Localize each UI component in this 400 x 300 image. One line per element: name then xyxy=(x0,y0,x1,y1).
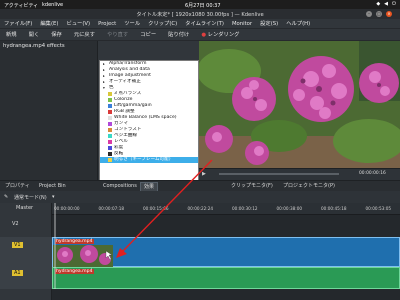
tab-effects[interactable]: 効果 xyxy=(140,182,159,191)
tab-compositions[interactable]: Compositions xyxy=(100,182,140,191)
track-v2[interactable] xyxy=(52,215,400,237)
menu-timeline[interactable]: タイムライン(T) xyxy=(181,19,228,29)
power-icon: ⏻ xyxy=(392,1,396,7)
effect-icon xyxy=(108,92,112,96)
track-headers: Master V2 V1 A1 xyxy=(0,203,52,300)
effect-icon xyxy=(108,140,112,144)
effect-icon xyxy=(108,122,112,126)
panel-tab-strip: プロパティ Project Bin Compositions 効果 クリップモニ… xyxy=(0,180,400,191)
play-icon[interactable]: ▶ xyxy=(202,171,206,177)
app-menu[interactable]: kdenlive xyxy=(42,2,63,8)
monitor-timecode[interactable]: 00:00:00:16 xyxy=(359,171,386,176)
menu-clip[interactable]: クリップ(C) xyxy=(144,19,181,29)
render-label: レンダリング xyxy=(207,31,240,38)
menu-file[interactable]: ファイル(F) xyxy=(0,19,36,29)
audio-clip-title: hydrangea.mp4 xyxy=(55,269,94,274)
track-a1-header: A1 xyxy=(0,267,52,289)
effects-list[interactable]: ▸ Alpha/Transform ▸ Analysis and data ▸ Image… xyxy=(99,60,199,182)
track-v2-label[interactable]: V2 xyxy=(0,221,52,227)
track-v1-label[interactable]: V1 xyxy=(12,242,23,248)
hydrangea-frame xyxy=(199,41,400,168)
new-button[interactable]: 新規 xyxy=(0,29,23,41)
track-a1-label[interactable]: A1 xyxy=(12,270,23,276)
render-button[interactable]: ● レンダリング xyxy=(195,29,245,41)
ruler-tick-label: 00:00:07:18 xyxy=(98,206,125,211)
menu-project[interactable]: Project xyxy=(94,19,120,29)
effect-item-label: 明るさ（キーフレーム可能） xyxy=(114,157,174,162)
main-toolbar: 新規 開く 保存 元に戻す やり直す コピー 貼り付け ● レンダリング xyxy=(0,29,400,41)
video-clip[interactable]: hydrangea.mp4 xyxy=(52,237,400,267)
select-tool-icon[interactable]: ✎ xyxy=(4,194,8,200)
timeline-toolbar: ✎ 通常モード(N) ▾ xyxy=(0,191,400,203)
ruler-tick-label: 00:00:22:24 xyxy=(187,206,214,211)
ruler-tick-label: 00:00:15:06 xyxy=(143,206,169,211)
activities-button[interactable]: アクティビティ xyxy=(4,2,38,9)
volume-icon: ◀ xyxy=(384,1,389,7)
menu-tools[interactable]: ツール xyxy=(120,19,144,29)
window-title: タイトル未定* [ 1920x1080 30.00fps ] — Kdenliv… xyxy=(136,12,264,18)
effect-item[interactable]: 明るさ（キーフレーム可能） xyxy=(100,157,198,163)
track-v1[interactable]: hydrangea.mp4 xyxy=(52,237,400,267)
copy-button[interactable]: コピー xyxy=(134,29,162,41)
effect-icon xyxy=(108,116,112,120)
ruler-tick-label: 00:00:30:12 xyxy=(232,206,258,211)
menu-help[interactable]: ヘルプ(H) xyxy=(282,19,314,29)
system-tray[interactable]: ◆ ◀ ⏻ xyxy=(376,1,396,7)
ruler-tick-label: 00:00:00:00 xyxy=(54,206,80,211)
monitor-controls: ▶ 00:00:00:16 xyxy=(199,168,400,180)
open-button[interactable]: 開く xyxy=(23,29,46,41)
track-v1-header: V1 xyxy=(0,237,52,267)
effect-icon xyxy=(108,158,112,162)
tab-project-monitor[interactable]: プロジェクトモニタ(P) xyxy=(280,182,338,191)
effect-item-label: 色 xyxy=(109,85,114,90)
video-clip-title: hydrangea.mp4 xyxy=(55,239,94,244)
network-icon: ◆ xyxy=(376,1,381,7)
system-top-bar: アクティビティ kdenlive 6月27日 00:37 ◆ ◀ ⏻ xyxy=(0,0,400,9)
save-button[interactable]: 保存 xyxy=(45,29,68,41)
effect-icon xyxy=(108,128,112,132)
menu-monitor[interactable]: Monitor xyxy=(228,19,256,29)
video-clip-thumbnail xyxy=(53,245,113,267)
audio-clip[interactable]: hydrangea.mp4 xyxy=(52,267,400,289)
effect-icon xyxy=(108,134,112,138)
project-monitor-video[interactable] xyxy=(199,41,400,168)
menu-view[interactable]: ビュー(V) xyxy=(62,19,94,29)
chevron-down-icon: ▾ xyxy=(52,194,55,200)
effect-stack-panel: hydrangea.mp4 effects xyxy=(0,41,98,181)
track-a1[interactable]: hydrangea.mp4 xyxy=(52,267,400,289)
monitor-seek-bar[interactable] xyxy=(219,173,339,175)
undo-button[interactable]: 元に戻す xyxy=(68,29,101,41)
effect-icon xyxy=(108,98,112,102)
menu-settings[interactable]: 設定(S) xyxy=(256,19,282,29)
timeline-empty-area xyxy=(52,289,400,300)
menu-edit[interactable]: 編集(E) xyxy=(36,19,62,29)
maximize-button[interactable]: □ xyxy=(376,11,382,17)
menu-bar: ファイル(F) 編集(E) ビュー(V) Project ツール クリップ(C)… xyxy=(0,19,400,29)
close-button[interactable]: × xyxy=(386,11,392,17)
clock[interactable]: 6月27日 00:37 xyxy=(185,2,221,9)
edit-mode-dropdown[interactable]: 通常モード(N) xyxy=(14,194,47,201)
effect-icon xyxy=(108,110,112,114)
tab-clip-monitor[interactable]: クリップモニタ(F) xyxy=(228,182,276,191)
effect-stack-header: hydrangea.mp4 effects xyxy=(3,43,65,49)
tab-project-bin[interactable]: Project Bin xyxy=(36,182,69,191)
effect-icon xyxy=(108,152,112,156)
ruler-tick-label: 00:00:53:05 xyxy=(365,206,392,211)
effect-icon xyxy=(108,146,112,150)
tab-properties[interactable]: プロパティ xyxy=(2,182,33,191)
effect-icon xyxy=(108,104,112,108)
ruler-tick-label: 00:00:38:00 xyxy=(276,206,303,211)
paste-button[interactable]: 貼り付け xyxy=(162,29,195,41)
ruler-tick-label: 00:00:45:18 xyxy=(321,206,347,211)
minimize-button[interactable]: – xyxy=(366,11,372,17)
chevron-down-icon[interactable]: ▾ xyxy=(103,85,107,91)
master-label[interactable]: Master xyxy=(0,205,52,211)
window-title-bar: タイトル未定* [ 1920x1080 30.00fps ] — Kdenliv… xyxy=(0,9,400,19)
redo-button[interactable]: やり直す xyxy=(101,29,134,41)
timeline-ruler[interactable]: 00:00:00:00 00:00:07:18 00:00:15:06 00:00:2… xyxy=(52,203,400,215)
